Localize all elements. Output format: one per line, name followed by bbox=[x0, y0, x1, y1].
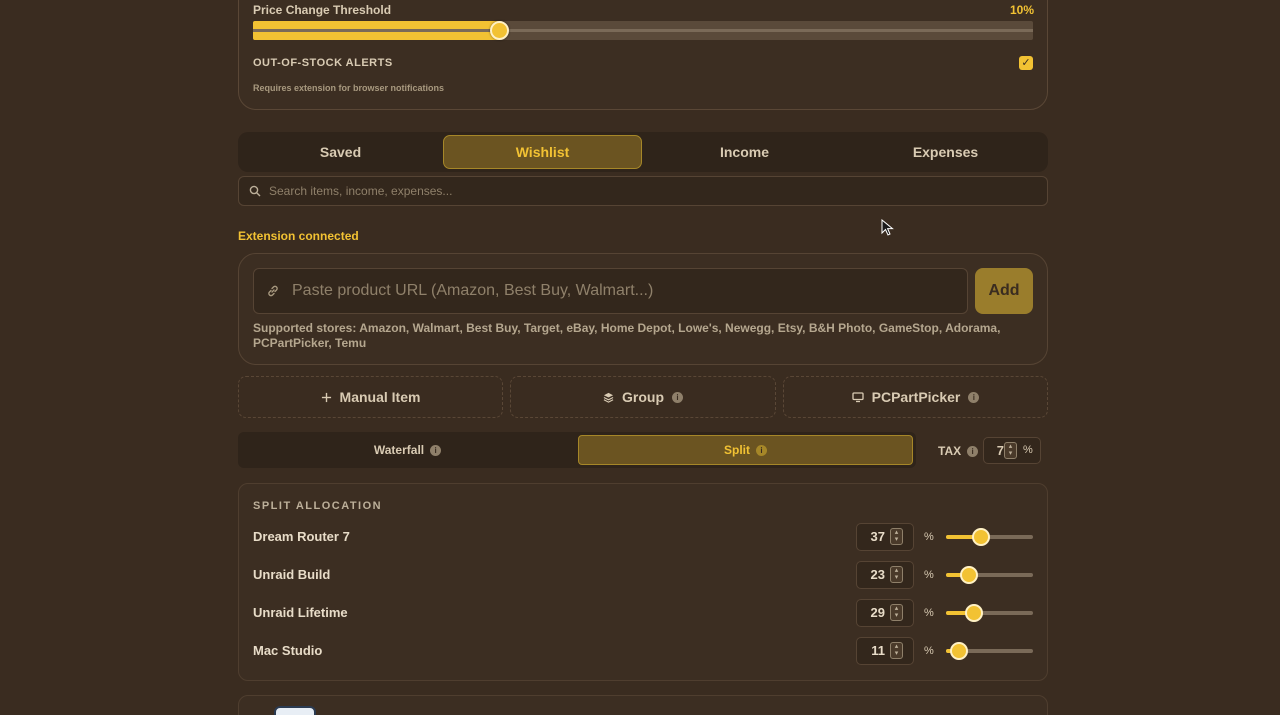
group-button[interactable]: Group i bbox=[510, 376, 776, 418]
info-icon[interactable]: i bbox=[968, 391, 980, 403]
monitor-icon bbox=[851, 392, 864, 403]
split-slider-thumb[interactable] bbox=[960, 566, 978, 584]
manual-item-button[interactable]: Manual Item bbox=[238, 376, 503, 418]
split-row-label: Mac Studio bbox=[253, 643, 323, 658]
waterfall-mode-button[interactable]: Waterfall i bbox=[241, 435, 574, 465]
info-icon[interactable]: i bbox=[430, 444, 442, 456]
split-allocation-title: SPLIT ALLOCATION bbox=[253, 500, 383, 512]
split-row-label: Unraid Lifetime bbox=[253, 605, 348, 620]
tax-label-group: TAX i bbox=[938, 444, 979, 458]
split-row-label: Unraid Build bbox=[253, 567, 331, 582]
price-change-label: Price Change Threshold bbox=[253, 3, 392, 17]
pcpartpicker-label: PCPartPicker bbox=[871, 389, 961, 405]
price-change-slider-thumb[interactable] bbox=[489, 21, 509, 40]
extension-status: Extension connected bbox=[238, 229, 359, 243]
add-product-button[interactable]: Add bbox=[975, 268, 1033, 314]
tax-value: 7 bbox=[996, 443, 1004, 458]
tax-label: TAX bbox=[938, 444, 962, 458]
split-label: Split bbox=[724, 443, 750, 457]
split-row-label: Dream Router 7 bbox=[253, 529, 350, 544]
search-input[interactable] bbox=[269, 184, 1029, 198]
group-label: Group bbox=[622, 389, 664, 405]
price-change-slider[interactable] bbox=[253, 21, 1033, 40]
out-of-stock-checkbox[interactable]: ✓ bbox=[1019, 56, 1033, 70]
plus-icon bbox=[321, 392, 331, 402]
split-percent-value: 23 bbox=[870, 567, 885, 582]
pcpartpicker-button[interactable]: PCPartPicker i bbox=[783, 376, 1048, 418]
info-icon[interactable]: i bbox=[967, 445, 979, 457]
wishlist-item-card[interactable] bbox=[238, 695, 1048, 715]
split-percent-stepper[interactable]: ▴ ▾ bbox=[890, 566, 903, 583]
tab-income[interactable]: Income bbox=[646, 135, 843, 169]
out-of-stock-note: Requires extension for browser notificat… bbox=[253, 83, 445, 93]
out-of-stock-alerts-label: OUT-OF-STOCK ALERTS bbox=[253, 57, 393, 69]
manual-item-label: Manual Item bbox=[339, 389, 421, 405]
split-percent-value: 29 bbox=[870, 605, 885, 620]
tab-saved[interactable]: Saved bbox=[242, 135, 439, 169]
split-percent-value: 11 bbox=[871, 643, 885, 658]
mouse-cursor-icon bbox=[881, 219, 894, 236]
split-percent-stepper[interactable]: ▴ ▾ bbox=[890, 604, 903, 621]
split-slider-thumb[interactable] bbox=[949, 642, 968, 660]
supported-stores-text: Supported stores: Amazon, Walmart, Best … bbox=[253, 321, 1001, 350]
tax-stepper[interactable]: ▴ ▾ bbox=[1004, 442, 1017, 459]
layers-icon bbox=[603, 392, 614, 403]
product-url-field bbox=[253, 268, 968, 314]
split-percent-stepper[interactable]: ▴ ▾ bbox=[890, 528, 903, 545]
split-mode-button[interactable]: Split i bbox=[578, 435, 913, 465]
split-percent-unit: % bbox=[924, 531, 934, 543]
tax-unit: % bbox=[1023, 444, 1033, 456]
split-percent-value: 37 bbox=[870, 529, 885, 544]
allocation-mode-toggle: Waterfall i Split i bbox=[238, 432, 916, 468]
split-percent-stepper[interactable]: ▴ ▾ bbox=[890, 642, 903, 659]
tab-wishlist[interactable]: Wishlist bbox=[443, 135, 642, 169]
item-thumbnail bbox=[274, 706, 316, 715]
waterfall-label: Waterfall bbox=[373, 443, 425, 457]
split-percent-unit: % bbox=[924, 569, 934, 581]
split-percent-unit: % bbox=[924, 645, 934, 657]
split-percent-unit: % bbox=[924, 607, 934, 619]
link-icon bbox=[268, 285, 278, 297]
main-tabs: Saved Wishlist Income Expenses bbox=[238, 132, 1048, 172]
price-change-slider-line bbox=[253, 29, 1033, 32]
info-icon[interactable]: i bbox=[672, 391, 683, 403]
product-url-input[interactable] bbox=[292, 282, 952, 300]
search-bar bbox=[238, 176, 1048, 206]
search-icon bbox=[249, 185, 261, 197]
price-change-value: 10% bbox=[1009, 3, 1034, 17]
split-slider[interactable] bbox=[946, 611, 1033, 615]
tab-expenses[interactable]: Expenses bbox=[847, 135, 1044, 169]
info-icon[interactable]: i bbox=[756, 444, 767, 456]
